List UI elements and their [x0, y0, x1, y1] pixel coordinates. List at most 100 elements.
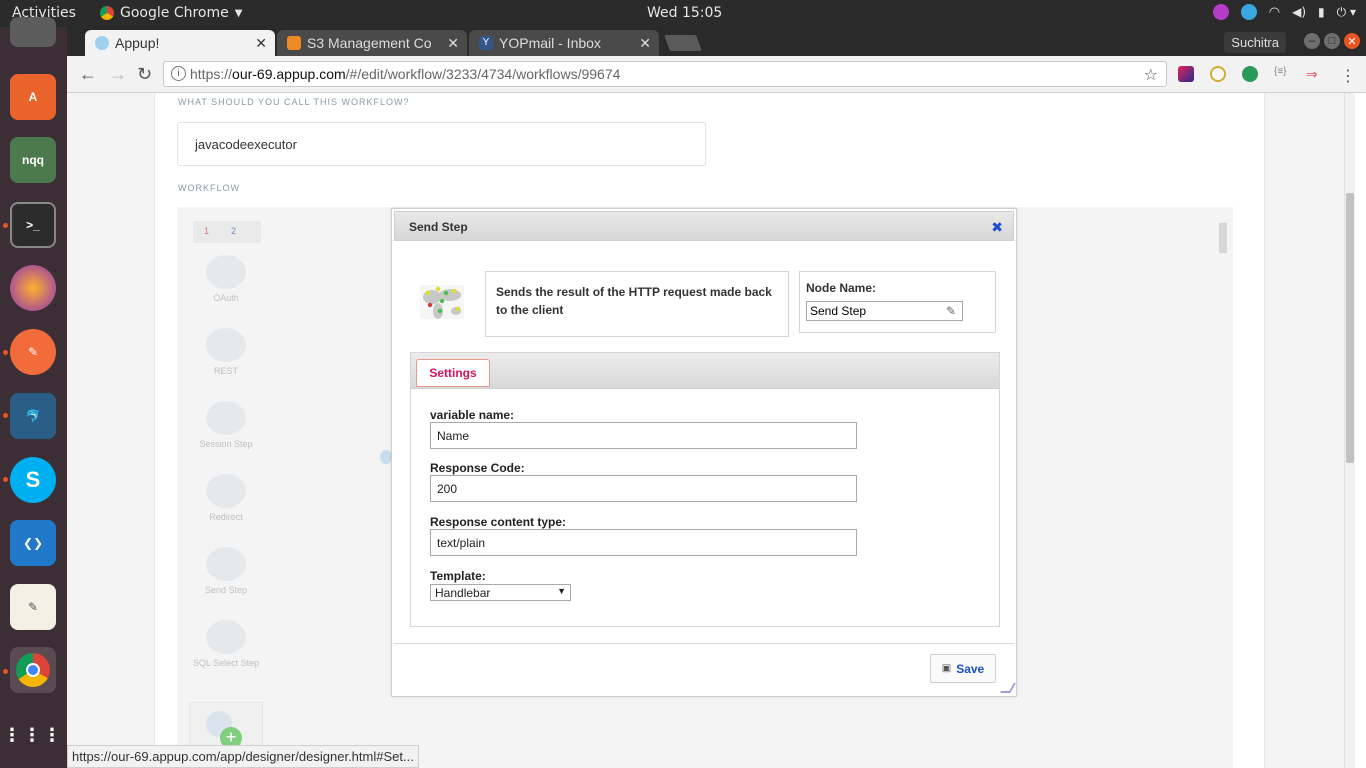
sql-select-step-icon [206, 620, 246, 654]
template-select-value: Handlebar [435, 586, 491, 600]
chrome-menu-icon[interactable]: ⋮ [1340, 66, 1356, 85]
extension-icon[interactable]: {≡} [1274, 66, 1290, 82]
palette-item-sql-select-step[interactable]: SQL Select Step [189, 620, 263, 668]
terminal-dock-icon[interactable]: >_ [10, 202, 56, 248]
profile-button[interactable]: Suchitra [1224, 32, 1286, 53]
rest-step-icon [206, 328, 246, 362]
palette-item-redirect[interactable]: Redirect [189, 474, 263, 522]
power-menu-icon[interactable]: ⏻ ▾ [1337, 5, 1356, 20]
chrome-logo-icon [100, 6, 114, 20]
palette-item-label: SQL Select Step [192, 658, 260, 668]
palette-item-oauth[interactable]: OAuth [189, 255, 263, 303]
app-menu-label: Google Chrome [120, 5, 229, 21]
chrome-dock-icon[interactable] [10, 647, 56, 693]
palette-tabs: 1 2 [193, 221, 261, 243]
wifi-icon[interactable]: ◠ [1269, 5, 1280, 20]
skype-tray-icon[interactable] [1240, 4, 1257, 20]
close-tab-icon[interactable]: ✕ [447, 35, 459, 52]
variable-name-input[interactable]: Name [430, 422, 857, 449]
extension-icon[interactable] [1242, 66, 1258, 82]
save-button-label: Save [956, 661, 985, 676]
step-description: Sends the result of the HTTP request mad… [485, 271, 789, 337]
close-tab-icon[interactable]: ✕ [255, 35, 267, 52]
workflow-name-label: WHAT SHOULD YOU CALL THIS WORKFLOW? [178, 97, 410, 107]
files-dock-icon[interactable] [10, 17, 56, 47]
text-editor-dock-icon[interactable]: ✎ [10, 584, 56, 630]
palette-item-label: REST [213, 366, 238, 376]
tab-appup[interactable]: Appup! ✕ [85, 30, 275, 56]
dialog-title: Send Step [409, 220, 468, 234]
mysql-workbench-dock-icon[interactable]: 🐬 [10, 393, 56, 439]
tab-yopmail[interactable]: Y YOPmail - Inbox ✕ [469, 30, 659, 56]
launcher-dock: A nqq >_ ✎ 🐬 S ❮❯ ✎ ⋮⋮⋮ [0, 17, 67, 768]
show-apps-icon[interactable]: ⋮⋮⋮ [3, 712, 61, 758]
response-code-input[interactable]: 200 [430, 475, 857, 502]
canvas-scrollbar[interactable] [1217, 211, 1229, 761]
maximize-icon[interactable]: □ [1324, 33, 1340, 49]
node-name-value: Send Step [810, 304, 867, 318]
resize-handle-icon[interactable] [1000, 683, 1016, 693]
palette-tab-1[interactable]: 1 [204, 226, 209, 236]
palette-item-session-step[interactable]: Session Step [189, 401, 263, 449]
page-scrollbar-thumb[interactable] [1346, 193, 1354, 463]
nqq-dock-icon[interactable]: nqq [10, 137, 56, 183]
page-scrollbar[interactable] [1344, 93, 1355, 768]
tab-settings[interactable]: Settings [416, 359, 490, 387]
close-tab-icon[interactable]: ✕ [639, 35, 651, 52]
app-indicator-icon[interactable] [1212, 4, 1229, 20]
minimize-icon[interactable]: – [1304, 33, 1320, 49]
address-bar[interactable]: i https://our-69.appup.com/#/edit/workfl… [163, 61, 1167, 87]
tab-s3-management[interactable]: S3 Management Co ✕ [277, 30, 467, 56]
dropdown-arrow-icon: ▼ [557, 586, 566, 596]
close-icon[interactable]: ✖ [991, 219, 1003, 236]
step-palette: 1 2 OAuth REST Session Step Redirect Sen… [189, 217, 263, 768]
new-tab-button[interactable] [664, 35, 702, 51]
oauth-step-icon [206, 255, 246, 289]
volume-icon[interactable]: ◀) [1292, 5, 1306, 19]
palette-item-label: Session Step [199, 439, 253, 449]
template-select[interactable]: Handlebar ▼ [430, 584, 571, 601]
node-name-label: Node Name: [806, 281, 877, 295]
system-tray[interactable]: ◠ ◀) ▮ ⏻ ▾ [1212, 4, 1356, 20]
session-step-icon [206, 401, 246, 435]
tabs-bar: Settings [411, 353, 999, 389]
extension-icon[interactable] [1210, 66, 1226, 82]
tab-title: Appup! [115, 35, 160, 51]
info-icon[interactable]: i [171, 66, 186, 81]
response-code-label: Response Code: [430, 461, 525, 475]
postman-dock-icon[interactable]: ✎ [10, 329, 56, 375]
back-arrow-icon[interactable]: ← [79, 64, 97, 85]
workflow-name-input[interactable]: javacodeexecutor [177, 122, 706, 166]
forward-arrow-icon[interactable]: → [109, 64, 127, 85]
node-name-input[interactable]: Send Step ✎ [806, 301, 963, 321]
yopmail-favicon-icon: Y [479, 36, 493, 50]
url-path: /#/edit/workflow/3233/4734/workflows/996… [345, 66, 621, 82]
extension-icon[interactable] [1178, 66, 1194, 82]
link-status-bar: https://our-69.appup.com/app/designer/de… [67, 745, 419, 768]
palette-tab-2[interactable]: 2 [231, 226, 236, 236]
palette-item-rest[interactable]: REST [189, 328, 263, 376]
battery-icon[interactable]: ▮ [1318, 5, 1325, 19]
software-center-dock-icon[interactable]: A [10, 74, 56, 120]
content-type-label: Response content type: [430, 515, 567, 529]
extension-icon[interactable]: ⇒ [1306, 66, 1322, 82]
bookmark-star-icon[interactable]: ☆ [1144, 65, 1158, 85]
close-window-icon[interactable]: ✕ [1344, 33, 1360, 49]
clock[interactable]: Wed 15:05 [647, 5, 722, 21]
browser-toolbar: ← → ↻ i https://our-69.appup.com/#/edit/… [67, 56, 1366, 93]
content-type-input[interactable]: text/plain [430, 529, 857, 556]
url-host: our-69.appup.com [232, 66, 346, 82]
settings-panel: Settings variable name: Name Response Co… [410, 352, 1000, 627]
reload-icon[interactable]: ↻ [137, 64, 152, 85]
skype-dock-icon[interactable]: S [10, 457, 56, 503]
firefox-dock-icon[interactable] [10, 265, 56, 311]
palette-item-label: OAuth [213, 293, 239, 303]
vscode-dock-icon[interactable]: ❮❯ [10, 520, 56, 566]
variable-name-label: variable name: [430, 408, 515, 422]
app-menu[interactable]: Google Chrome ▼ [100, 5, 242, 21]
palette-item-send-step[interactable]: Send Step [189, 547, 263, 595]
edit-pencil-icon[interactable]: ✎ [946, 304, 956, 318]
save-button[interactable]: ▣ Save [930, 654, 996, 683]
tab-title: S3 Management Co [307, 35, 432, 51]
url-scheme: https:// [190, 66, 233, 82]
